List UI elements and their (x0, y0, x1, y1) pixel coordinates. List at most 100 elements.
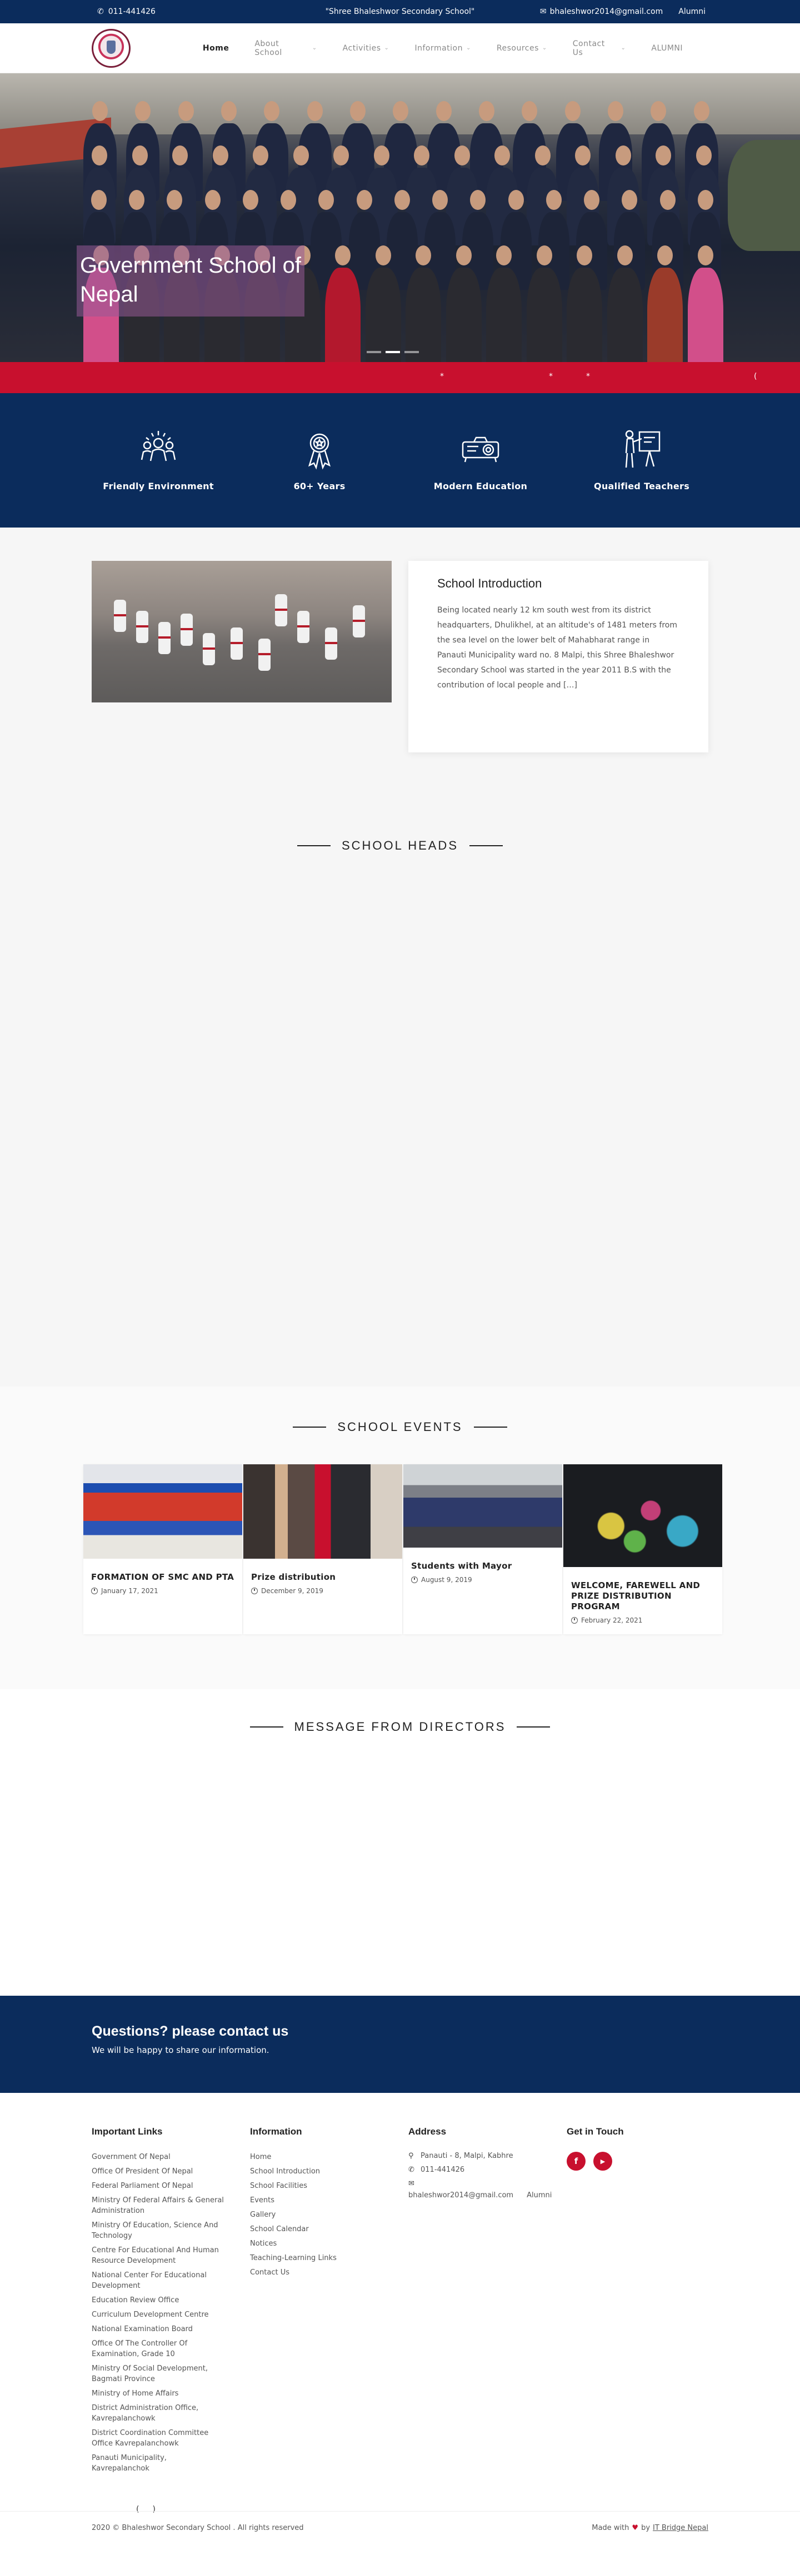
school-intro-section: School Introduction Being located nearly… (0, 528, 800, 794)
footer-link[interactable]: Curriculum Development Centre (92, 2309, 225, 2320)
intro-card: School Introduction Being located nearly… (408, 561, 708, 752)
chevron-down-icon: ⌄ (621, 45, 626, 51)
hero-group-photo (72, 84, 739, 362)
nav-item-label: Information (414, 43, 463, 53)
event-image-prize[interactable] (243, 1464, 402, 1559)
nav-item-label: Home (202, 43, 229, 53)
ticker-item[interactable]: * (586, 372, 590, 381)
event-card[interactable]: Prize distribution December 9, 2019 (243, 1464, 402, 1634)
nav-item-alumni[interactable]: ALUMNI (651, 39, 697, 57)
heading-divider (469, 845, 503, 846)
footer-alumni-link[interactable]: Alumni (527, 2191, 552, 2200)
nav-item-resources[interactable]: Resources ⌄ (497, 39, 562, 57)
event-title[interactable]: Students with Mayor (411, 1561, 556, 1571)
footer-link[interactable]: National Examination Board (92, 2324, 225, 2334)
school-events-heading: SCHOOL EVENTS (337, 1420, 463, 1434)
intro-text: Being located nearly 12 km south west fr… (437, 606, 677, 690)
footer-link[interactable]: Office Of The Controller Of Examination,… (92, 2338, 225, 2359)
footer-link[interactable]: Ministry Of Education, Science And Techn… (92, 2220, 225, 2241)
projector-icon (462, 436, 499, 463)
map-marker-icon: ⚲ (408, 2152, 414, 2160)
footer-link[interactable]: Federal Parliament Of Nepal (92, 2181, 225, 2191)
event-card[interactable]: FORMATION OF SMC AND PTA January 17, 202… (83, 1464, 242, 1634)
footer-link[interactable]: Ministry Of Social Development, Bagmati … (92, 2363, 225, 2384)
nav-item-about-school[interactable]: About School ⌄ (254, 39, 331, 57)
ticker-item[interactable]: * (549, 372, 553, 381)
event-title[interactable]: FORMATION OF SMC AND PTA (91, 1572, 236, 1583)
footer-link[interactable]: National Center For Educational Developm… (92, 2270, 225, 2291)
footer-link[interactable]: Government Of Nepal (92, 2152, 225, 2162)
footer-heading: Important Links (92, 2126, 163, 2137)
slider-dot[interactable] (386, 351, 400, 353)
event-cards: FORMATION OF SMC AND PTA January 17, 202… (83, 1464, 723, 1634)
intro-title[interactable]: School Introduction (437, 576, 679, 591)
footer-heading: Information (250, 2126, 302, 2137)
footer-link[interactable]: Office Of President Of Nepal (92, 2166, 225, 2177)
top-alumni-link[interactable]: Alumni (678, 7, 706, 16)
youtube-icon[interactable]: ▶ (593, 2152, 612, 2171)
nav-item-information[interactable]: Information ⌄ (414, 39, 485, 57)
event-title[interactable]: Prize distribution (251, 1572, 396, 1583)
footer-heading: Get in Touch (567, 2126, 624, 2137)
footer-info-link[interactable]: Gallery (250, 2210, 361, 2220)
developer-link[interactable]: IT Bridge Nepal (653, 2524, 708, 2532)
clock-icon (91, 1588, 98, 1594)
nav-item-label: Contact Us (572, 39, 605, 57)
footer-important-links: Important Links Government Of Nepal Offic… (92, 2126, 225, 2478)
school-heads-section: SCHOOL HEADS (0, 794, 800, 1387)
hero-pagination (367, 351, 419, 353)
feature-friendly-environment: Friendly Environment (83, 426, 233, 528)
event-image-mayor[interactable] (403, 1464, 562, 1548)
footer-address-text: Panauti - 8, Malpi, Kabhre (421, 2152, 513, 2160)
school-heads-heading: SCHOOL HEADS (341, 838, 458, 852)
directors-section: MESSAGE FROM DIRECTORS (0, 1689, 800, 1996)
main-header: Home About School ⌄ Activities ⌄ Information ⌄… (0, 23, 800, 73)
event-date: January 17, 2021 (101, 1587, 158, 1595)
footer-link[interactable]: Ministry of Home Affairs (92, 2388, 225, 2399)
footer-link[interactable]: Ministry Of Federal Affairs & General Ad… (92, 2195, 225, 2216)
heading-divider (473, 1427, 507, 1428)
top-email-text: bhaleshwor2014@gmail.com (549, 7, 663, 16)
footer-info-link[interactable]: Teaching-Learning Links (250, 2253, 361, 2263)
footer-info-link[interactable]: Events (250, 2195, 361, 2206)
ticker-item[interactable]: * (440, 372, 444, 381)
nav-item-activities[interactable]: Activities ⌄ (343, 39, 404, 57)
ticker-item[interactable]: ( (754, 372, 757, 381)
slider-dot[interactable] (367, 351, 381, 353)
school-logo[interactable] (92, 28, 131, 68)
footer-info-link[interactable]: School Calendar (250, 2224, 361, 2234)
footer-information: Information Home School Introduction Schoo… (250, 2126, 361, 2282)
footer-link[interactable]: Education Review Office (92, 2295, 225, 2306)
footer-info-link[interactable]: Contact Us (250, 2267, 361, 2278)
event-date: December 9, 2019 (261, 1587, 323, 1595)
event-card[interactable]: Students with Mayor August 9, 2019 (403, 1464, 562, 1634)
heading-divider (517, 1726, 551, 1728)
footer-info-link[interactable]: School Facilities (250, 2181, 361, 2191)
nav-item-home[interactable]: Home (203, 39, 243, 57)
feature-years: 60+ Years (244, 426, 394, 528)
hero-slider: Government School of Nepal (0, 73, 800, 362)
top-bar: ✆ 011-441426 "Shree Bhaleshwor Secondary… (0, 0, 800, 23)
footer-link[interactable]: Panauti Municipality, Kavrepalanchok (92, 2453, 225, 2474)
event-card[interactable]: WELCOME, FAREWELL AND PRIZE DISTRIBUTION… (563, 1464, 722, 1634)
footer-info-link[interactable]: Home (250, 2152, 361, 2162)
news-ticker: * * * ( (0, 362, 800, 393)
event-image-farewell[interactable] (563, 1464, 722, 1567)
event-image-banner[interactable] (83, 1464, 242, 1559)
footer-link[interactable]: District Administration Office, Kavrepal… (92, 2403, 225, 2424)
event-title[interactable]: WELCOME, FAREWELL AND PRIZE DISTRIBUTION… (571, 1580, 716, 1612)
footer-info-link[interactable]: School Introduction (250, 2166, 361, 2177)
heading-divider (297, 845, 331, 846)
footer-link[interactable]: Centre For Educational And Human Resourc… (92, 2245, 225, 2266)
footer-email-text[interactable]: bhaleshwor2014@gmail.com (408, 2191, 513, 2200)
top-email-link[interactable]: ✉ bhaleshwor2014@gmail.com (540, 7, 663, 16)
facebook-icon[interactable]: f (567, 2152, 586, 2171)
footer-link[interactable]: District Coordination Committee Office K… (92, 2428, 225, 2449)
slider-dot[interactable] (404, 351, 419, 353)
envelope-icon: ✉ (408, 2180, 414, 2188)
nav-item-contact-us[interactable]: Contact Us ⌄ (573, 39, 641, 57)
feature-label: Qualified Teachers (593, 481, 690, 491)
directors-heading: MESSAGE FROM DIRECTORS (294, 1720, 506, 1734)
footer-info-link[interactable]: Notices (250, 2238, 361, 2249)
top-bar-phone: ✆ 011-441426 (97, 7, 156, 16)
